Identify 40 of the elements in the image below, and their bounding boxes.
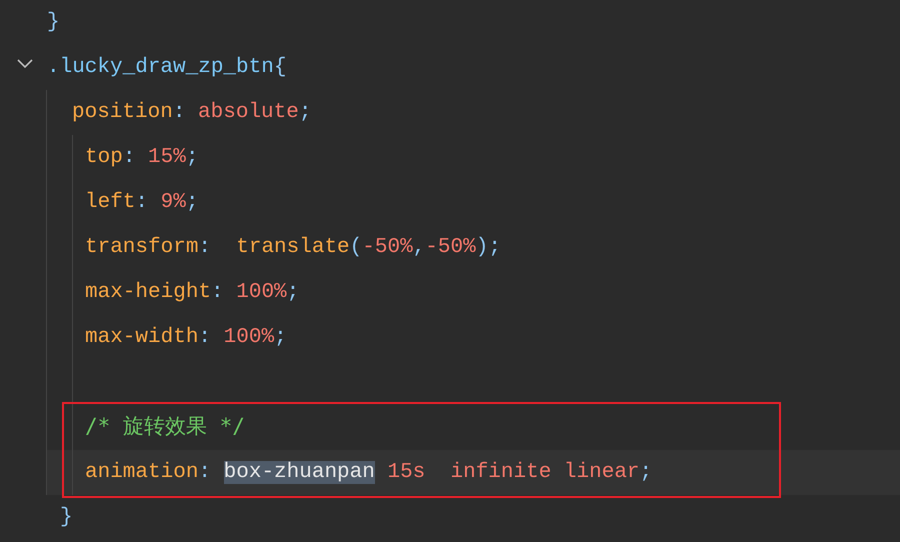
code-token: ; — [186, 190, 198, 214]
code-token: absolute — [198, 100, 299, 124]
code-token: translate — [236, 236, 350, 259]
code-token: ); — [476, 236, 501, 259]
code-token: , — [412, 236, 426, 259]
code-token: : — [211, 280, 225, 304]
code-token: 100% — [224, 326, 274, 349]
code-token: max-width — [85, 326, 198, 349]
code-token: position — [72, 100, 173, 124]
code-token: transform — [85, 236, 198, 259]
code-token: 15s — [386, 460, 426, 484]
code-token: : — [198, 326, 212, 349]
code-token: ; — [286, 280, 300, 304]
code-token: ( — [350, 236, 362, 259]
code-token: 100% — [236, 280, 287, 304]
code-token: left — [85, 190, 136, 214]
code-token: : — [198, 236, 212, 259]
code-token: { — [274, 56, 286, 79]
code-token: -50% — [425, 236, 476, 259]
code-token: ; — [640, 460, 652, 484]
code-token: animation — [85, 460, 198, 484]
code-token: } — [60, 506, 73, 529]
code-token: top — [85, 146, 123, 169]
code-token: max-height — [85, 280, 212, 304]
code-token: infinite linear — [450, 460, 640, 484]
selected-text: box-zhuanpan — [224, 460, 375, 484]
code-token: .lucky_draw_zp_btn — [47, 56, 274, 79]
code-token: : — [172, 100, 186, 124]
code-token: ; — [298, 100, 312, 124]
code-token: 15% — [148, 146, 186, 169]
code-token: 9% — [160, 190, 186, 214]
code-token: ; — [186, 146, 198, 169]
fold-chevron-icon[interactable] — [17, 59, 33, 69]
code-token: ; — [274, 326, 287, 349]
code-token: : — [135, 190, 150, 214]
code-token: } — [47, 10, 60, 34]
code-token: : — [122, 146, 136, 169]
code-token: -50% — [362, 236, 413, 259]
code-comment: /* 旋转效果 */ — [85, 414, 245, 438]
code-token: : — [198, 460, 212, 484]
